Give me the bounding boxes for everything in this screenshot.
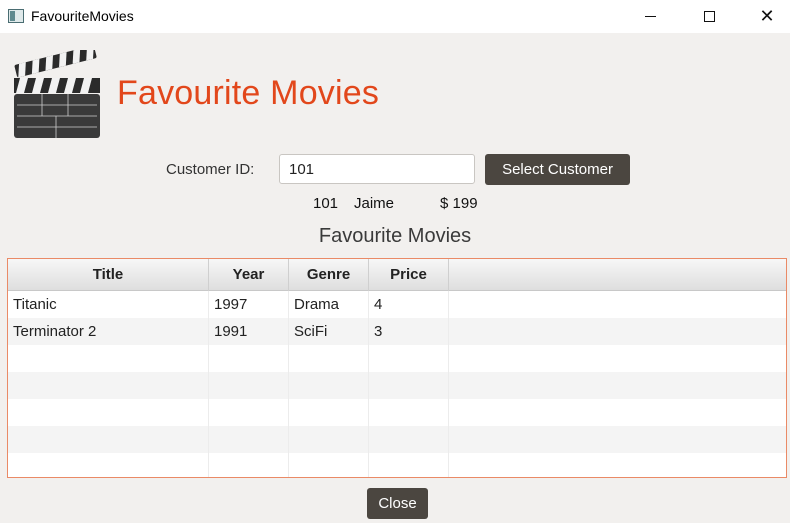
cell-year: 1991 bbox=[209, 318, 289, 345]
cell-year: 1997 bbox=[209, 291, 289, 318]
column-header-title[interactable]: Title bbox=[8, 259, 209, 291]
cell-empty bbox=[8, 426, 209, 453]
table-header: Title Year Genre Price bbox=[8, 259, 786, 291]
movies-table[interactable]: Title Year Genre Price Titanic 1997 Dram… bbox=[7, 258, 787, 478]
page-title: Favourite Movies bbox=[117, 74, 380, 112]
empty-row bbox=[8, 372, 786, 399]
clapperboard-icon bbox=[14, 50, 100, 138]
cell-genre: SciFi bbox=[289, 318, 369, 345]
cell-empty bbox=[369, 372, 449, 399]
cell-genre: Drama bbox=[289, 291, 369, 318]
cell-empty bbox=[8, 345, 209, 372]
cell-filler bbox=[449, 291, 786, 318]
cell-price: 4 bbox=[369, 291, 449, 318]
cell-empty bbox=[209, 453, 289, 477]
cell-empty bbox=[289, 399, 369, 426]
cell-empty bbox=[209, 372, 289, 399]
cell-empty bbox=[369, 426, 449, 453]
customer-name: Jaime bbox=[354, 195, 395, 212]
table-row[interactable]: Terminator 2 1991 SciFi 3 bbox=[8, 318, 786, 345]
cell-empty bbox=[8, 372, 209, 399]
cell-empty bbox=[369, 345, 449, 372]
empty-row bbox=[8, 426, 786, 453]
cell-empty bbox=[289, 372, 369, 399]
cell-empty bbox=[8, 453, 209, 477]
window-close-button[interactable]: ✕ bbox=[744, 0, 790, 33]
customer-id-label: Customer ID: bbox=[166, 161, 255, 178]
cell-empty bbox=[8, 399, 209, 426]
cell-empty bbox=[289, 453, 369, 477]
maximize-button[interactable] bbox=[686, 0, 732, 33]
cell-empty bbox=[369, 399, 449, 426]
cell-empty bbox=[209, 345, 289, 372]
section-title: Favourite Movies bbox=[318, 225, 472, 247]
cell-filler bbox=[449, 318, 786, 345]
column-header-price[interactable]: Price bbox=[369, 259, 449, 291]
empty-row bbox=[8, 399, 786, 426]
title-bar: FavouriteMovies ✕ bbox=[0, 0, 790, 33]
minimize-button[interactable] bbox=[627, 0, 673, 33]
empty-row bbox=[8, 345, 786, 372]
cell-empty bbox=[369, 453, 449, 477]
maximize-icon bbox=[703, 11, 715, 22]
table-row[interactable]: Titanic 1997 Drama 4 bbox=[8, 291, 786, 318]
customer-id-value: 101 bbox=[313, 195, 339, 212]
minimize-icon bbox=[644, 16, 656, 17]
cell-title: Terminator 2 bbox=[8, 318, 209, 345]
cell-title: Titanic bbox=[8, 291, 209, 318]
empty-row bbox=[8, 453, 786, 477]
customer-balance: $ 199 bbox=[440, 195, 478, 212]
column-header-genre[interactable]: Genre bbox=[289, 259, 369, 291]
cell-empty bbox=[289, 345, 369, 372]
close-icon: ✕ bbox=[759, 5, 775, 27]
cell-empty bbox=[209, 426, 289, 453]
column-header-year[interactable]: Year bbox=[209, 259, 289, 291]
close-button[interactable]: Close bbox=[367, 488, 428, 519]
app-window-icon bbox=[8, 9, 24, 23]
select-customer-button[interactable]: Select Customer bbox=[485, 154, 630, 185]
customer-id-input[interactable] bbox=[279, 154, 475, 184]
column-header-filler bbox=[449, 259, 786, 291]
cell-empty bbox=[289, 426, 369, 453]
cell-empty bbox=[209, 399, 289, 426]
cell-price: 3 bbox=[369, 318, 449, 345]
window-title: FavouriteMovies bbox=[31, 8, 134, 24]
